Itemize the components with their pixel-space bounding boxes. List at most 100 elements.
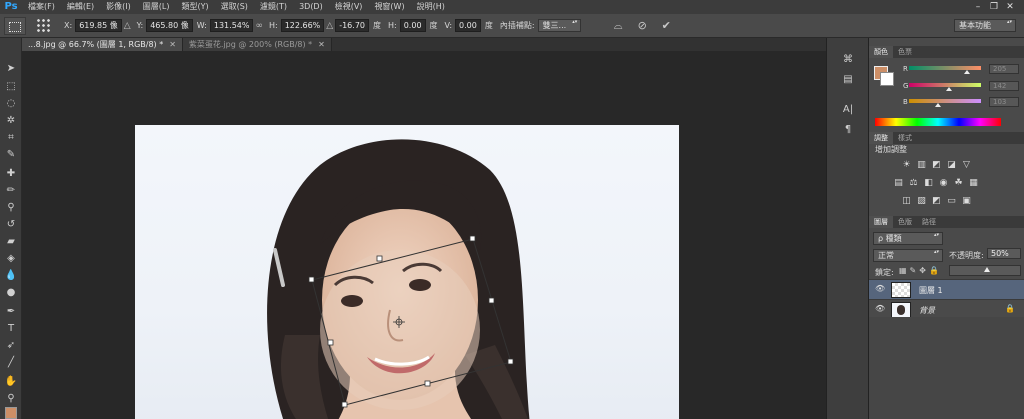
- history-icon[interactable]: ⌘: [835, 52, 861, 68]
- channel-r-slider[interactable]: [909, 66, 981, 74]
- clone-stamp-icon[interactable]: ⚲: [0, 199, 22, 216]
- menu-layer[interactable]: 圖層(L): [137, 0, 176, 14]
- photo-filter-icon[interactable]: ◉: [938, 178, 949, 188]
- color-balance-icon[interactable]: ⚖: [908, 178, 919, 188]
- close-tab-icon[interactable]: ✕: [169, 40, 176, 49]
- menu-filter[interactable]: 濾鏡(T): [254, 0, 293, 14]
- channel-r-value[interactable]: 205: [989, 64, 1019, 74]
- channel-mixer-icon[interactable]: ☘: [953, 178, 964, 188]
- marquee-tool-icon[interactable]: ⬚: [0, 78, 22, 95]
- blend-mode-dropdown[interactable]: 正常: [873, 249, 943, 262]
- foreground-color-icon[interactable]: [5, 407, 17, 419]
- character-icon[interactable]: A|: [835, 102, 861, 118]
- slider-knob[interactable]: [946, 87, 953, 91]
- close-tab-icon[interactable]: ✕: [318, 40, 325, 49]
- width-field[interactable]: 131.54%: [209, 19, 254, 32]
- zoom-tool-icon[interactable]: ⚲: [0, 390, 22, 407]
- history-brush-icon[interactable]: ↺: [0, 216, 22, 233]
- layer-name[interactable]: 背景: [919, 305, 935, 316]
- gradient-map-icon[interactable]: ▭: [946, 196, 957, 206]
- slider-knob[interactable]: [984, 267, 990, 272]
- channel-b-value[interactable]: 103: [989, 97, 1019, 107]
- layer-filter-dropdown[interactable]: ρ 種類: [873, 232, 943, 245]
- levels-icon[interactable]: ▥: [916, 160, 927, 170]
- menu-window[interactable]: 視窗(W): [368, 0, 410, 14]
- workspace-dropdown[interactable]: 基本功能: [954, 19, 1016, 32]
- tab-color[interactable]: 顏色: [869, 46, 893, 58]
- tab-document-1[interactable]: ...8.jpg @ 66.7% (圖層 1, RGB/8) * ✕: [22, 38, 183, 51]
- lasso-tool-icon[interactable]: ◌: [0, 95, 22, 112]
- visibility-eye-icon[interactable]: 👁: [875, 304, 885, 313]
- menu-image[interactable]: 影像(I): [100, 0, 137, 14]
- posterize-icon[interactable]: ▨: [916, 196, 927, 206]
- menu-view[interactable]: 檢視(V): [329, 0, 369, 14]
- layer-row[interactable]: 👁 圖層 1: [869, 279, 1024, 299]
- height-field[interactable]: 122.66%: [280, 19, 325, 32]
- opacity-slider[interactable]: [949, 265, 1021, 276]
- hskew-field[interactable]: 0.00: [399, 19, 426, 32]
- opacity-field[interactable]: 50%: [987, 248, 1021, 259]
- properties-icon[interactable]: ▤: [835, 72, 861, 88]
- menu-select[interactable]: 選取(S): [215, 0, 254, 14]
- path-selection-icon[interactable]: ➶: [0, 337, 22, 354]
- canvas-area[interactable]: [22, 51, 826, 419]
- y-field[interactable]: 465.80 像: [146, 19, 193, 32]
- background-swatch[interactable]: [880, 72, 894, 86]
- document-canvas[interactable]: [135, 125, 679, 419]
- type-tool-icon[interactable]: T: [0, 320, 22, 337]
- reference-point-icon[interactable]: [36, 17, 52, 34]
- color-spectrum[interactable]: [875, 118, 1001, 126]
- x-field[interactable]: 619.85 像: [75, 19, 122, 32]
- tab-swatches[interactable]: 色票: [893, 46, 917, 58]
- tab-channels[interactable]: 色版: [893, 216, 917, 228]
- delta-icon[interactable]: △: [124, 21, 131, 31]
- brush-tool-icon[interactable]: ✏: [0, 182, 22, 199]
- menu-file[interactable]: 檔案(F): [22, 0, 61, 14]
- magic-wand-icon[interactable]: ✲: [0, 112, 22, 129]
- brightness-icon[interactable]: ☀: [901, 160, 912, 170]
- rotate-field[interactable]: -16.70: [335, 19, 369, 32]
- warp-mode-icon[interactable]: ⌓: [609, 17, 627, 35]
- link-icon[interactable]: ∞: [255, 21, 263, 31]
- vibrance-icon[interactable]: ▽: [961, 160, 972, 170]
- commit-transform-icon[interactable]: ✔: [657, 17, 675, 35]
- cancel-transform-icon[interactable]: ⊘: [633, 17, 651, 35]
- layer-row[interactable]: 👁 背景 🔒: [869, 299, 1024, 319]
- interpolation-dropdown[interactable]: 雙三...: [537, 19, 582, 32]
- pen-tool-icon[interactable]: ✒: [0, 303, 22, 320]
- move-tool-icon[interactable]: ➤: [0, 60, 22, 77]
- restore-button[interactable]: ❐: [986, 0, 1002, 14]
- line-tool-icon[interactable]: ╱: [0, 354, 22, 371]
- crop-tool-icon[interactable]: ⌗: [0, 129, 22, 146]
- black-white-icon[interactable]: ◧: [923, 178, 934, 188]
- tab-document-2[interactable]: 紫菜蛋花.jpg @ 200% (RGB/8) * ✕: [182, 38, 332, 51]
- minimize-button[interactable]: –: [970, 0, 986, 14]
- color-lookup-icon[interactable]: ▦: [968, 178, 979, 188]
- tab-paths[interactable]: 路徑: [917, 216, 941, 228]
- eyedropper-icon[interactable]: ✎: [0, 146, 22, 163]
- tab-styles[interactable]: 樣式: [893, 132, 917, 144]
- layer-name[interactable]: 圖層 1: [919, 285, 943, 296]
- tab-adjustments[interactable]: 調整: [869, 132, 893, 144]
- healing-brush-icon[interactable]: ✚: [0, 165, 22, 182]
- blur-tool-icon[interactable]: 💧: [0, 267, 22, 284]
- slider-knob[interactable]: [963, 70, 970, 74]
- menu-3d[interactable]: 3D(D): [293, 0, 329, 14]
- dodge-tool-icon[interactable]: ●: [0, 284, 22, 301]
- paint-bucket-icon[interactable]: ◈: [0, 250, 22, 267]
- curves-icon[interactable]: ◩: [931, 160, 942, 170]
- tool-preset-picker[interactable]: [4, 16, 26, 35]
- hand-tool-icon[interactable]: ✋: [0, 373, 22, 390]
- channel-g-value[interactable]: 142: [989, 81, 1019, 91]
- eraser-tool-icon[interactable]: ▰: [0, 233, 22, 250]
- vskew-field[interactable]: 0.00: [455, 19, 481, 32]
- lock-icons[interactable]: ▦✎✥🔒: [899, 266, 942, 275]
- exposure-icon[interactable]: ◪: [946, 160, 957, 170]
- threshold-icon[interactable]: ◩: [931, 196, 942, 206]
- hue-saturation-icon[interactable]: ▤: [893, 178, 904, 188]
- slider-knob[interactable]: [934, 103, 941, 107]
- menu-help[interactable]: 說明(H): [411, 0, 451, 14]
- channel-b-slider[interactable]: [909, 99, 981, 107]
- visibility-eye-icon[interactable]: 👁: [875, 284, 885, 293]
- menu-edit[interactable]: 編輯(E): [61, 0, 100, 14]
